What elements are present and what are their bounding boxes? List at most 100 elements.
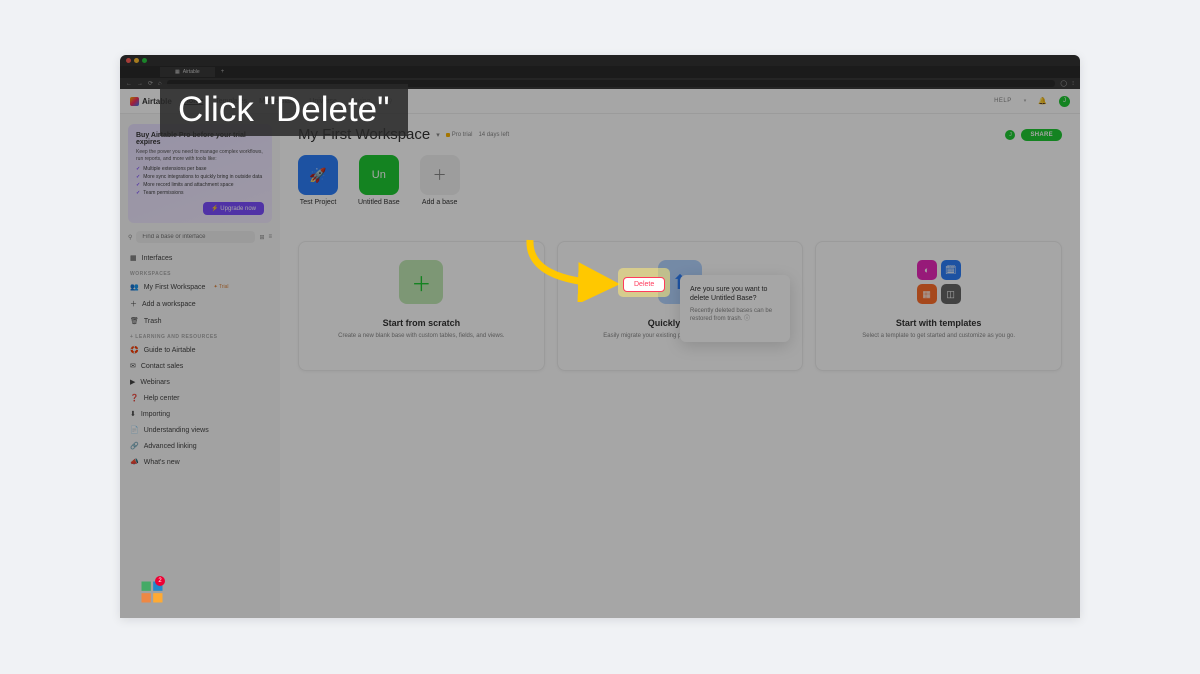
popover-note: Recently deleted bases can be restored f… <box>690 308 780 324</box>
template-icon: ◫ <box>941 284 961 304</box>
promo-item: Multiple extensions per base <box>136 166 264 172</box>
base-label: Test Project <box>300 199 337 206</box>
sidebar-interfaces[interactable]: ▦ Interfaces <box>128 251 272 265</box>
popover-title: Are you sure you want to delete Untitled… <box>690 285 780 303</box>
sidebar-link-linking[interactable]: 🔗 Advanced linking <box>128 439 272 453</box>
base-test-project[interactable]: 🚀 Test Project <box>298 155 338 206</box>
card-start-scratch[interactable]: ＋ Start from scratch Create a new blank … <box>298 241 545 371</box>
base-icon: 🚀 <box>298 155 338 195</box>
link-icon: ✉ <box>130 362 136 370</box>
delete-button[interactable]: Delete <box>623 277 665 292</box>
help-chevron-icon: ▾ <box>1024 98 1027 104</box>
sidebar-link-importing[interactable]: ⬇ Importing <box>128 407 272 421</box>
pro-trial-badge: Pro trial <box>446 132 473 138</box>
sidebar-link-views[interactable]: 📄 Understanding views <box>128 423 272 437</box>
trial-badge: ✦ Trial <box>213 284 228 290</box>
instruction-overlay: Click "Delete" <box>160 84 408 136</box>
base-icon: Un <box>359 155 399 195</box>
link-label: Webinars <box>140 379 169 386</box>
card-title: Start from scratch <box>383 318 461 328</box>
link-icon: 📄 <box>130 426 139 434</box>
promo-item: More record limits and attachment space <box>136 182 264 188</box>
new-tab-icon[interactable]: + <box>221 69 225 75</box>
templates-grid-icon: ◐ 🗓 ▦ ◫ <box>917 260 961 304</box>
help-link[interactable]: HELP <box>994 98 1012 104</box>
browser-tabbar: ▦ Airtable + <box>120 66 1080 78</box>
minimize-dot[interactable] <box>134 58 139 63</box>
link-label: Importing <box>141 411 170 418</box>
window-titlebar <box>120 55 1080 66</box>
reload-icon[interactable]: ⟳ <box>148 80 153 87</box>
card-title: Start with templates <box>896 318 982 328</box>
trash-icon: 🗑 <box>130 317 139 325</box>
sidebar: Buy Airtable Pro before your trial expir… <box>120 114 280 618</box>
base-untitled[interactable]: Un Untitled Base <box>358 155 400 206</box>
sidebar-item-label: Interfaces <box>142 255 173 262</box>
promo-item: More sync integrations to quickly bring … <box>136 174 264 180</box>
maximize-dot[interactable] <box>142 58 147 63</box>
main-content: My First Workspace ▾ Pro trial 14 days l… <box>280 114 1080 618</box>
sidebar-link-help[interactable]: ❓ Help center <box>128 391 272 405</box>
card-desc: Select a template to get started and cus… <box>862 333 1015 341</box>
browser-tab[interactable]: ▦ Airtable <box>160 67 215 77</box>
days-left: 14 days left <box>478 132 509 138</box>
link-icon: ⬇ <box>130 410 136 418</box>
collaborator-avatar[interactable]: J <box>1005 130 1015 140</box>
card-templates[interactable]: ◐ 🗓 ▦ ◫ Start with templates Select a te… <box>815 241 1062 371</box>
menu-icon[interactable]: ⁝ <box>1072 80 1074 87</box>
base-label: Untitled Base <box>358 199 400 206</box>
forward-icon[interactable]: → <box>137 81 143 87</box>
link-label: What's new <box>144 459 180 466</box>
plus-icon: ＋ <box>130 299 137 309</box>
promo-subtitle: Keep the power you need to manage comple… <box>136 149 264 162</box>
sidebar-link-whatsnew[interactable]: 📣 What's new <box>128 455 272 469</box>
promo-item: Team permissions <box>136 190 264 196</box>
user-avatar[interactable]: J <box>1059 96 1070 107</box>
template-icon: ◐ <box>917 260 937 280</box>
grid-icon[interactable]: ⊞ <box>259 234 264 241</box>
tab-favicon: ▦ <box>175 69 180 75</box>
link-label: Guide to Airtable <box>144 347 196 354</box>
link-icon: 🔗 <box>130 442 139 450</box>
delete-confirmation-popover: Are you sure you want to delete Untitled… <box>680 275 790 342</box>
template-icon: 🗓 <box>941 260 961 280</box>
link-icon: 📣 <box>130 458 139 466</box>
sidebar-workspace[interactable]: 👥 My First Workspace ✦ Trial <box>128 280 272 294</box>
chevron-down-icon[interactable]: ▾ <box>436 131 440 139</box>
pro-dot-icon <box>446 133 450 137</box>
extension-icon[interactable]: ◯ <box>1060 80 1067 87</box>
tab-title: Airtable <box>183 69 200 75</box>
link-icon: ❓ <box>130 394 139 402</box>
workspaces-header: WORKSPACES <box>130 271 272 277</box>
sidebar-link-webinars[interactable]: ▶ Webinars <box>128 375 272 389</box>
sidebar-link-guide[interactable]: 🛟Guide to Airtable <box>128 343 272 357</box>
link-icon: ▶ <box>130 378 135 386</box>
link-label: Help center <box>144 395 180 402</box>
base-label: Add a base <box>422 199 457 206</box>
sidebar-trash[interactable]: 🗑 Trash <box>128 314 272 328</box>
link-label: Advanced linking <box>144 443 197 450</box>
workspace-icon: 👥 <box>130 283 139 291</box>
back-icon[interactable]: ← <box>126 81 132 87</box>
interfaces-icon: ▦ <box>130 254 137 262</box>
share-button[interactable]: SHARE <box>1021 129 1062 141</box>
sidebar-item-label: Add a workspace <box>142 301 196 308</box>
notifications-icon[interactable]: 🔔 <box>1038 97 1047 105</box>
sidebar-add-workspace[interactable]: ＋ Add a workspace <box>128 296 272 312</box>
list-icon[interactable]: ≡ <box>268 234 272 240</box>
card-desc: Create a new blank base with custom tabl… <box>338 333 504 341</box>
pro-trial-label: Pro trial <box>452 132 473 138</box>
upgrade-promo: Buy Airtable Pro before your trial expir… <box>128 124 272 223</box>
sidebar-link-contact[interactable]: ✉Contact sales <box>128 359 272 373</box>
search-icon: ⚲ <box>128 234 132 241</box>
logo-icon <box>130 97 139 106</box>
delete-button-highlight: Delete <box>618 268 670 297</box>
add-base[interactable]: ＋ Add a base <box>420 155 460 206</box>
close-dot[interactable] <box>126 58 131 63</box>
badge-count: 2 <box>155 576 165 586</box>
plus-icon: ＋ <box>420 155 460 195</box>
link-label: Understanding views <box>144 427 209 434</box>
upgrade-button[interactable]: ⚡ Upgrade now <box>203 202 264 215</box>
sidebar-search-input[interactable] <box>136 231 255 243</box>
workspace-label: My First Workspace <box>144 284 206 291</box>
